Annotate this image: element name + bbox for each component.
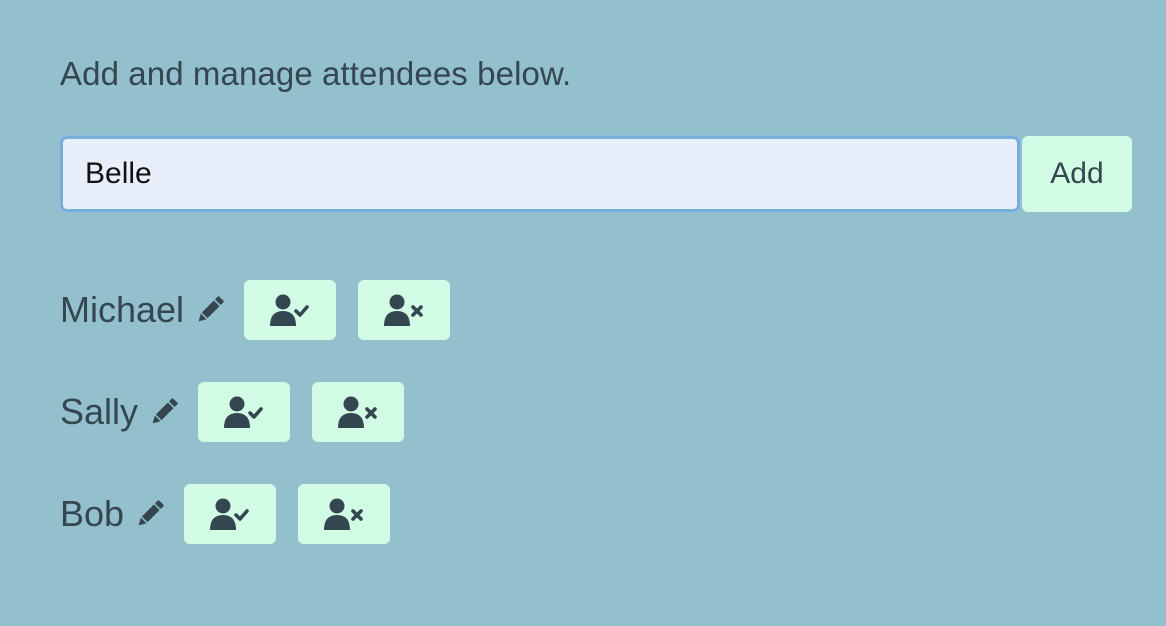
attendee-manager: Add and manage attendees below. Add Mich…	[60, 54, 1132, 544]
attendee-name: Sally	[60, 391, 139, 432]
attendee-name: Michael	[60, 289, 185, 330]
confirm-attendee-button[interactable]	[198, 382, 291, 442]
list-item: Michael	[60, 280, 451, 340]
user-remove-icon	[384, 294, 423, 326]
attendee-name-input[interactable]	[60, 136, 1020, 212]
add-button[interactable]: Add	[1022, 136, 1132, 212]
pencil-svg	[198, 296, 224, 322]
user-check-icon	[224, 396, 263, 428]
confirm-attendee-button[interactable]	[244, 280, 337, 340]
user-remove-icon	[338, 396, 377, 428]
pencil-svg	[138, 500, 164, 526]
attendee-name: Bob	[60, 493, 125, 534]
list-item: Bob	[60, 484, 450, 544]
remove-attendee-button[interactable]	[358, 280, 451, 340]
pencil-icon[interactable]	[133, 497, 167, 531]
confirm-attendee-button[interactable]	[184, 484, 277, 544]
pencil-icon[interactable]	[193, 293, 227, 327]
attendee-list: Michael Sally Bob	[60, 280, 451, 586]
pencil-svg	[152, 398, 178, 424]
list-item: Sally	[60, 382, 450, 442]
user-check-icon	[270, 294, 309, 326]
user-remove-icon	[324, 498, 363, 530]
pencil-icon[interactable]	[147, 395, 181, 429]
add-attendee-form: Add	[60, 136, 1132, 212]
intro-text: Add and manage attendees below.	[60, 55, 572, 92]
remove-attendee-button[interactable]	[312, 382, 405, 442]
user-check-icon	[210, 498, 249, 530]
remove-attendee-button[interactable]	[298, 484, 391, 544]
